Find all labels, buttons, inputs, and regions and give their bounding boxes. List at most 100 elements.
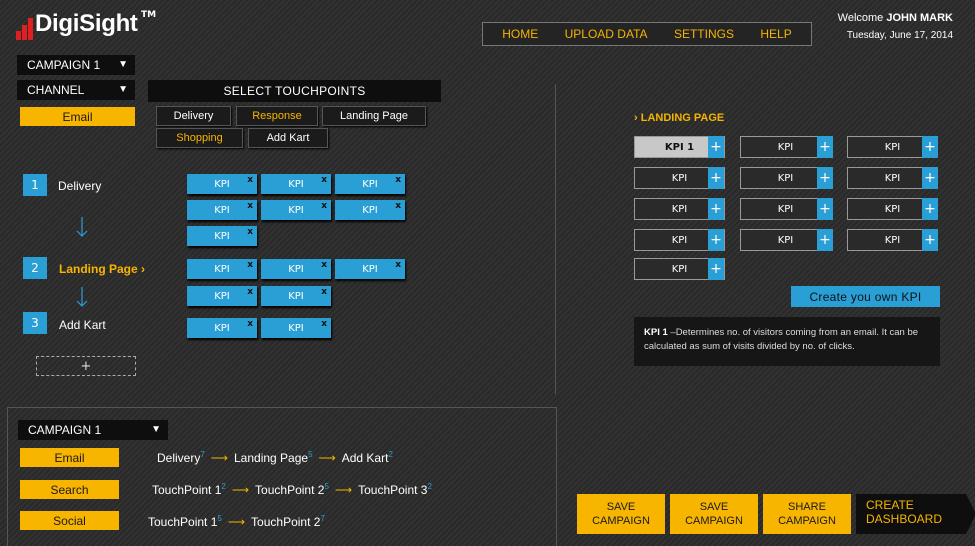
- touchpoint-shopping[interactable]: Shopping: [156, 128, 243, 148]
- remove-icon[interactable]: x: [321, 287, 327, 297]
- step-2-kpi-chip[interactable]: KPI x: [261, 286, 331, 306]
- summary-campaign-dropdown[interactable]: CAMPAIGN 1 ▼: [18, 420, 168, 440]
- step-1-kpi-chip[interactable]: KPI x: [261, 200, 331, 220]
- step-1-kpi-chip[interactable]: KPI x: [187, 226, 257, 246]
- nav-upload-data[interactable]: UPLOAD DATA: [565, 27, 648, 41]
- remove-icon[interactable]: x: [321, 319, 327, 329]
- top-nav: HOME UPLOAD DATA SETTINGS HELP: [482, 22, 812, 46]
- logo-bars-icon: [16, 18, 34, 40]
- kpi-description: KPI 1 –Determines no. of visitors coming…: [634, 317, 940, 366]
- remove-icon[interactable]: x: [247, 319, 253, 329]
- step-3-kpi-chip[interactable]: KPI x: [187, 318, 257, 338]
- add-kpi-icon[interactable]: +: [922, 198, 938, 220]
- nav-home[interactable]: HOME: [502, 27, 538, 41]
- brand-logo: DigiSight TM: [16, 8, 176, 42]
- user-info: Welcome JOHN MARK Tuesday, June 17, 2014: [838, 12, 953, 41]
- channel-dropdown[interactable]: CHANNEL ▼: [17, 80, 135, 100]
- summary-social-flow: TouchPoint 15 ⟶ TouchPoint 27: [148, 514, 325, 529]
- nav-settings[interactable]: SETTINGS: [674, 27, 734, 41]
- remove-icon[interactable]: x: [247, 287, 253, 297]
- summary-search-flow: TouchPoint 12 ⟶ TouchPoint 25 ⟶ TouchPoint 3…: [152, 482, 432, 497]
- step-1-kpi-chip[interactable]: KPI x: [187, 200, 257, 220]
- campaign-dropdown-label: CAMPAIGN 1: [27, 58, 101, 72]
- welcome-text: Welcome: [837, 12, 884, 24]
- arrow-right-icon: ⟶: [231, 483, 250, 497]
- arrow-right-icon: ⟶: [227, 515, 246, 529]
- chevron-right-icon: ›: [141, 262, 146, 276]
- add-kpi-icon[interactable]: +: [708, 136, 724, 158]
- chevron-down-icon: ▼: [151, 424, 161, 435]
- step-1-kpi-chip[interactable]: KPI x: [335, 200, 405, 220]
- nav-help[interactable]: HELP: [760, 27, 791, 41]
- chevron-down-icon: ▼: [118, 84, 128, 95]
- arrow-right-icon: ⟶: [318, 451, 336, 465]
- step-2-number: 2: [23, 257, 47, 279]
- summary-email-flow: Delivery7 ⟶ Landing Page5 ⟶ Add Kart2: [157, 450, 393, 465]
- kpi-description-term: KPI 1: [644, 327, 668, 338]
- arrow-tip: [966, 494, 975, 534]
- create-kpi-button[interactable]: Create you own KPI: [791, 286, 940, 307]
- remove-icon[interactable]: x: [247, 227, 253, 237]
- add-kpi-icon[interactable]: +: [817, 136, 833, 158]
- chevron-right-icon: ›: [634, 112, 638, 124]
- step-1-kpi-chip[interactable]: KPI x: [261, 174, 331, 194]
- add-kpi-icon[interactable]: +: [708, 229, 724, 251]
- share-campaign-button[interactable]: SHARE CAMPAIGN: [763, 494, 851, 534]
- step-3-number: 3: [23, 312, 47, 334]
- summary-social-button[interactable]: Social: [20, 511, 119, 530]
- brand-name: DigiSight: [35, 10, 138, 37]
- touchpoint-response[interactable]: Response: [236, 106, 318, 126]
- summary-email-button[interactable]: Email: [20, 448, 119, 467]
- panel-divider: [555, 84, 556, 394]
- remove-icon[interactable]: x: [247, 260, 253, 270]
- touchpoint-add-kart[interactable]: Add Kart: [248, 128, 328, 148]
- select-touchpoints-header: SELECT TOUCHPOINTS: [148, 80, 441, 102]
- add-kpi-icon[interactable]: +: [817, 167, 833, 189]
- add-kpi-icon[interactable]: +: [922, 136, 938, 158]
- touchpoint-landing-page[interactable]: Landing Page: [322, 106, 426, 126]
- add-kpi-icon[interactable]: +: [817, 198, 833, 220]
- remove-icon[interactable]: x: [247, 175, 253, 185]
- add-kpi-icon[interactable]: +: [922, 229, 938, 251]
- step-1-kpi-chip[interactable]: KPI x: [335, 174, 405, 194]
- save-campaign-button-2[interactable]: SAVE CAMPAIGN: [670, 494, 758, 534]
- channel-email-button[interactable]: Email: [20, 107, 135, 126]
- summary-search-button[interactable]: Search: [20, 480, 119, 499]
- remove-icon[interactable]: x: [395, 175, 401, 185]
- add-kpi-icon[interactable]: +: [817, 229, 833, 251]
- kpi-panel-title: › LANDING PAGE: [634, 112, 725, 124]
- campaign-dropdown[interactable]: CAMPAIGN 1 ▼: [17, 55, 135, 75]
- create-dashboard-button[interactable]: CREATE DASHBOARD: [856, 494, 975, 534]
- step-3-label: Add Kart: [59, 318, 106, 332]
- remove-icon[interactable]: x: [321, 175, 327, 185]
- add-kpi-icon[interactable]: +: [708, 198, 724, 220]
- arrow-right-icon: ⟶: [334, 483, 353, 497]
- kpi-description-text: –Determines no. of visitors coming from …: [644, 327, 919, 352]
- remove-icon[interactable]: x: [395, 201, 401, 211]
- remove-icon[interactable]: x: [321, 201, 327, 211]
- remove-icon[interactable]: x: [395, 260, 401, 270]
- add-kpi-icon[interactable]: +: [708, 258, 724, 280]
- step-2-kpi-chip[interactable]: KPI x: [261, 259, 331, 279]
- remove-icon[interactable]: x: [321, 260, 327, 270]
- step-2-kpi-chip[interactable]: KPI x: [335, 259, 405, 279]
- current-date: Tuesday, June 17, 2014: [846, 30, 953, 41]
- step-1-number: 1: [23, 174, 47, 196]
- add-step-button[interactable]: +: [36, 356, 136, 376]
- step-1-label: Delivery: [58, 179, 102, 193]
- step-2-kpi-chip[interactable]: KPI x: [187, 259, 257, 279]
- trademark: TM: [141, 10, 157, 20]
- step-2-kpi-chip[interactable]: KPI x: [187, 286, 257, 306]
- step-2-label: Landing Page ›: [59, 262, 146, 276]
- user-name[interactable]: JOHN MARK: [886, 12, 953, 24]
- add-kpi-icon[interactable]: +: [708, 167, 724, 189]
- step-3-kpi-chip[interactable]: KPI x: [261, 318, 331, 338]
- remove-icon[interactable]: x: [247, 201, 253, 211]
- save-campaign-button[interactable]: SAVE CAMPAIGN: [577, 494, 665, 534]
- step-1-kpi-chip[interactable]: KPI x: [187, 174, 257, 194]
- arrow-right-icon: ⟶: [210, 451, 228, 465]
- chevron-down-icon: ▼: [118, 59, 128, 70]
- arrow-down-icon: [76, 287, 88, 307]
- add-kpi-icon[interactable]: +: [922, 167, 938, 189]
- touchpoint-delivery[interactable]: Delivery: [156, 106, 231, 126]
